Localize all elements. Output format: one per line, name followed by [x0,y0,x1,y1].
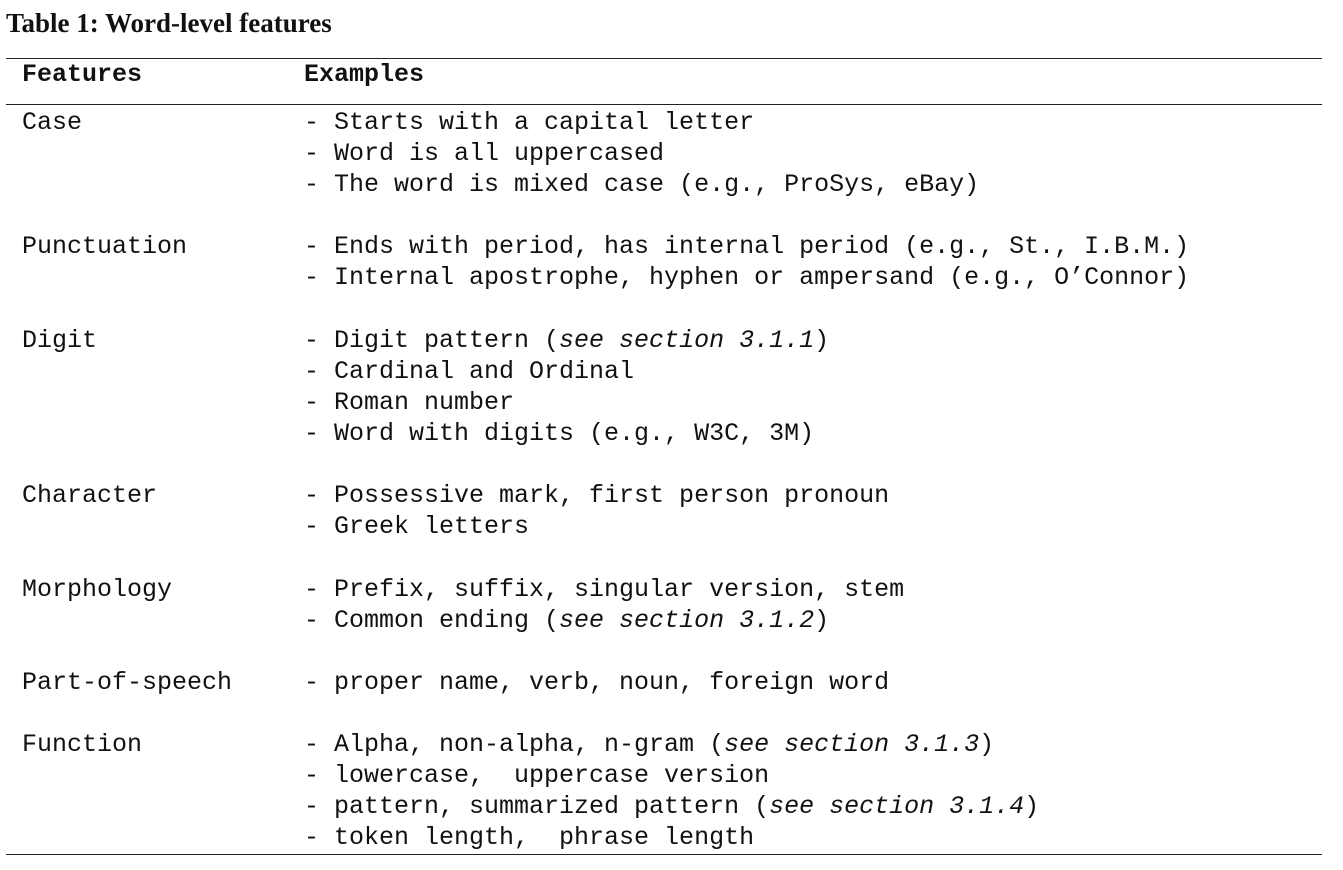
example-text: - lowercase, uppercase version [304,761,770,790]
feature-part-of-speech: Part-of-speech [22,668,233,697]
example-text: - Internal apostrophe, hyphen or ampersa… [304,263,1190,292]
example-text: - proper name, verb, noun, foreign word [304,668,890,697]
example-line: - pattern, summarized pattern (see secti… [304,791,1039,822]
example-line: - lowercase, uppercase version [304,760,1039,791]
example-line: - Internal apostrophe, hyphen or ampersa… [304,262,1189,293]
example-line: - Roman number [304,387,829,418]
example-text: - Greek letters [304,512,530,541]
example-text: - Word is all uppercased [304,139,665,168]
example-line: - Word with digits (e.g., W3C, 3M) [304,418,829,449]
example-text: ) [979,730,995,759]
example-line: - Prefix, suffix, singular version, stem [304,574,904,605]
table-top-rule [6,58,1322,59]
section-reference: see section 3.1.2 [559,606,815,635]
example-text: ) [1024,792,1040,821]
table-header-rule [6,104,1322,105]
example-line: - Alpha, non-alpha, n-gram (see section … [304,729,1039,760]
table-bottom-rule [6,854,1322,855]
example-line: - Greek letters [304,511,889,542]
example-line: - Possessive mark, first person pronoun [304,480,889,511]
examples-part-of-speech: - proper name, verb, noun, foreign word [304,667,889,698]
example-text: - Common ending ( [304,606,560,635]
example-line: - proper name, verb, noun, foreign word [304,667,889,698]
examples-case: - Starts with a capital letter - Word is … [304,107,979,200]
example-text: - Word with digits (e.g., W3C, 3M) [304,419,815,448]
example-line: - Digit pattern (see section 3.1.1) [304,325,829,356]
feature-function: Function [22,730,143,759]
example-text: - token length, phrase length [304,823,755,852]
example-text: - Starts with a capital letter [304,108,755,137]
header-features: Features [22,60,143,89]
examples-digit: - Digit pattern (see section 3.1.1) - Car… [304,325,829,449]
section-reference: see section 3.1.3 [724,730,980,759]
examples-punctuation: - Ends with period, has internal period … [304,231,1189,293]
example-text: ) [814,326,830,355]
example-line: - Word is all uppercased [304,138,979,169]
example-text: - Digit pattern ( [304,326,560,355]
example-text: - Roman number [304,388,515,417]
example-line: - Ends with period, has internal period … [304,231,1189,262]
header-examples: Examples [304,60,425,89]
example-line: - The word is mixed case (e.g., ProSys, … [304,169,979,200]
example-text: - Ends with period, has internal period … [304,232,1190,261]
section-reference: see section 3.1.1 [559,326,815,355]
example-text: - Alpha, non-alpha, n-gram ( [304,730,725,759]
section-reference: see section 3.1.4 [769,792,1025,821]
example-text: - The word is mixed case (e.g., ProSys, … [304,170,980,199]
examples-morphology: - Prefix, suffix, singular version, stem… [304,574,904,636]
example-text: - Possessive mark, first person pronoun [304,481,890,510]
feature-character: Character [22,481,158,510]
table-caption: Table 1: Word-level features [6,8,332,38]
example-line: - Common ending (see section 3.1.2) [304,605,904,636]
feature-case: Case [22,108,83,137]
example-text: - Cardinal and Ordinal [304,357,635,386]
example-text: - Prefix, suffix, singular version, stem [304,575,905,604]
feature-punctuation: Punctuation [22,232,188,261]
example-line: - Cardinal and Ordinal [304,356,829,387]
feature-digit: Digit [22,326,98,355]
examples-character: - Possessive mark, first person pronoun -… [304,480,889,542]
feature-morphology: Morphology [22,575,173,604]
example-line: - Starts with a capital letter [304,107,979,138]
example-text: ) [814,606,830,635]
example-line: - token length, phrase length [304,822,1039,853]
examples-function: - Alpha, non-alpha, n-gram (see section … [304,729,1039,853]
example-text: - pattern, summarized pattern ( [304,792,770,821]
